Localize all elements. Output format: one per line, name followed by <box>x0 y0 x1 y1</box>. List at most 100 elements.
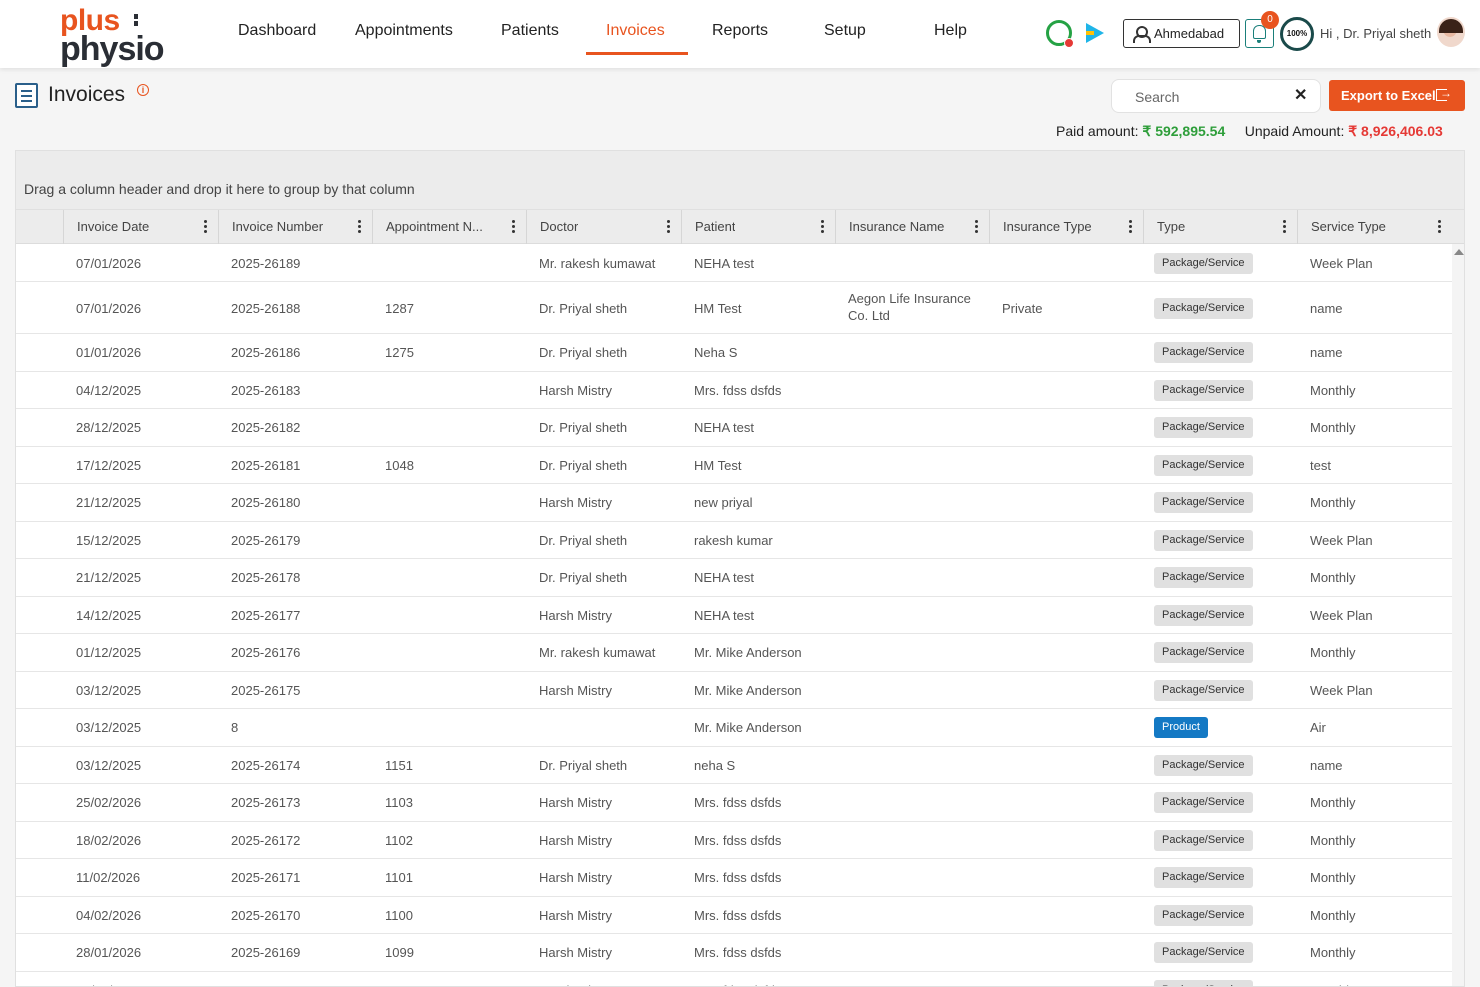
unpaid-amount-label: Unpaid Amount: <box>1244 123 1345 139</box>
cell-service-type: Week Plan <box>1310 682 1373 698</box>
export-to-excel-button[interactable]: Export to Excel <box>1329 80 1465 111</box>
column-header-label: Invoice Date <box>77 219 150 234</box>
scroll-up-icon[interactable] <box>1454 249 1464 255</box>
cell-doctor: Dr. Priyal sheth <box>539 532 628 548</box>
cell-doctor: Dr. Priyal sheth <box>539 570 628 586</box>
type-badge: Package/Service <box>1154 252 1253 274</box>
cell-invoice-date: 14/12/2025 <box>76 607 142 623</box>
group-by-panel[interactable]: Drag a column header and drop it here to… <box>16 151 1464 209</box>
table-row[interactable]: 17/12/2025 2025-26181 1048 Dr. Priyal sheth… <box>16 446 1452 484</box>
table-row[interactable]: 18/02/2026 2025-26172 1102 Harsh Mistry Mrs.… <box>16 821 1452 859</box>
cell-patient: Mrs. fdss dsfds <box>694 832 782 848</box>
column-header-service-type[interactable]: Service Type <box>1297 210 1452 244</box>
column-header-label: Doctor <box>540 219 579 234</box>
branch-selector-button[interactable]: Ahmedabad <box>1123 19 1240 48</box>
cell-patient: Mrs. fdss dsfds <box>694 795 782 811</box>
cell-patient: Neha S <box>694 345 738 361</box>
cell-invoice-number: 2025-26168 <box>231 983 300 986</box>
search-input[interactable] <box>1122 86 1282 108</box>
table-row[interactable]: 07/01/2026 2025-26189 Mr. rakesh kumawat NE… <box>16 244 1452 282</box>
kebab-icon[interactable] <box>1129 220 1132 234</box>
type-badge: Package/Service <box>1154 867 1253 889</box>
kebab-icon[interactable] <box>358 220 361 234</box>
table-row[interactable]: 07/01/2026 2025-26188 1287 Dr. Priyal sheth… <box>16 282 1452 334</box>
nav-appointments[interactable]: Appointments <box>355 22 453 40</box>
cell-doctor: Harsh Mistry <box>539 607 612 623</box>
cell-invoice-date: 18/02/2026 <box>76 832 142 848</box>
kebab-icon[interactable] <box>1438 220 1441 234</box>
table-row[interactable]: 01/12/2025 2025-26176 Mr. rakesh kumawat Mr… <box>16 634 1452 672</box>
cell-invoice-date: 03/12/2025 <box>76 757 142 773</box>
grid-scrollbar[interactable] <box>1452 244 1464 986</box>
nav-setup[interactable]: Setup <box>824 22 866 40</box>
kebab-icon[interactable] <box>1283 220 1286 234</box>
column-header-patient[interactable]: Patient <box>681 210 835 244</box>
kebab-icon[interactable] <box>667 220 670 234</box>
table-row[interactable]: 28/12/2025 2025-26182 Dr. Priyal sheth NEHA… <box>16 409 1452 447</box>
cell-appointment-number: 1100 <box>385 907 413 923</box>
table-row[interactable]: 21/01/2026 2025-26168 1098 Harsh Mistry Mrs.… <box>16 971 1452 986</box>
column-header-insurance-type[interactable]: Insurance Type <box>989 210 1143 244</box>
kebab-icon[interactable] <box>204 220 207 234</box>
column-header-doctor[interactable]: Doctor <box>526 210 681 244</box>
table-row[interactable]: 25/02/2026 2025-26173 1103 Harsh Mistry Mrs.… <box>16 784 1452 822</box>
cell-service-type: Monthly <box>1310 945 1356 961</box>
close-icon[interactable]: ✕ <box>1294 86 1307 106</box>
cell-doctor: Harsh Mistry <box>539 682 612 698</box>
table-row[interactable]: 14/12/2025 2025-26177 Harsh Mistry NEHA tes… <box>16 596 1452 634</box>
cell-doctor: Dr. Priyal sheth <box>539 300 628 316</box>
table-row[interactable]: 11/02/2026 2025-26171 1101 Harsh Mistry Mrs.… <box>16 859 1452 897</box>
nav-reports[interactable]: Reports <box>712 22 768 40</box>
cell-appointment-number: 1287 <box>385 300 414 316</box>
type-badge: Package/Service <box>1154 529 1253 551</box>
kebab-icon[interactable] <box>975 220 978 234</box>
cell-invoice-number: 2025-26181 <box>231 457 301 473</box>
nav-help[interactable]: Help <box>934 22 967 40</box>
user-greeting[interactable]: Hi , Dr. Priyal sheth <box>1320 26 1431 41</box>
kebab-icon[interactable] <box>512 220 515 234</box>
cell-invoice-date: 01/12/2025 <box>76 645 142 661</box>
kebab-icon[interactable] <box>821 220 824 234</box>
info-icon[interactable]: i <box>137 84 149 96</box>
cell-patient: new priyal <box>694 495 753 511</box>
table-row[interactable]: 21/12/2025 2025-26180 Harsh Mistry new priy… <box>16 484 1452 522</box>
avatar[interactable] <box>1437 17 1465 47</box>
table-row[interactable]: 03/12/2025 2025-26175 Harsh Mistry Mr. Mike… <box>16 671 1452 709</box>
brand-logo[interactable]: plus physio <box>60 4 170 68</box>
logo-line-2: physio <box>60 30 165 68</box>
cell-service-type: Monthly <box>1310 420 1356 436</box>
cell-patient: Mr. Mike Anderson <box>694 720 802 736</box>
table-row[interactable]: 03/12/2025 8 Mr. Mike Anderson Product Air <box>16 709 1452 747</box>
grid-body: 07/01/2026 2025-26189 Mr. rakesh kumawat NE… <box>16 244 1452 986</box>
table-row[interactable]: 21/12/2025 2025-26178 Dr. Priyal sheth NEHA… <box>16 559 1452 597</box>
column-header-invoice-number[interactable]: Invoice Number <box>218 210 372 244</box>
cell-appointment-number: 1101 <box>385 870 413 886</box>
paid-amount-value: ₹ 592,895.54 <box>1142 123 1226 139</box>
table-row[interactable]: 28/01/2026 2025-26169 1099 Harsh Mistry Mrs.… <box>16 934 1452 972</box>
nav-dashboard[interactable]: Dashboard <box>238 22 316 40</box>
column-header-appointment-number[interactable]: Appointment N... <box>372 210 526 244</box>
cell-invoice-number: 2025-26180 <box>231 495 301 511</box>
column-header-type[interactable]: Type <box>1143 210 1297 244</box>
cell-invoice-date: 07/01/2026 <box>76 255 142 271</box>
cell-invoice-number: 2025-26178 <box>231 570 301 586</box>
cell-invoice-number: 2025-26170 <box>231 907 301 923</box>
cell-service-type: Air <box>1310 720 1326 736</box>
table-row[interactable]: 15/12/2025 2025-26179 Dr. Priyal sheth rake… <box>16 521 1452 559</box>
whatsapp-icon[interactable] <box>1046 20 1074 48</box>
table-row[interactable]: 01/01/2026 2025-26186 1275 Dr. Priyal sheth… <box>16 334 1452 372</box>
profile-completion-ring[interactable]: 100% <box>1280 17 1314 51</box>
group-by-hint: Drag a column header and drop it here to… <box>24 181 415 197</box>
play-store-icon[interactable] <box>1086 23 1104 43</box>
column-header-invoice-date[interactable]: Invoice Date <box>63 210 218 244</box>
nav-invoices[interactable]: Invoices <box>606 22 665 40</box>
table-row[interactable]: 03/12/2025 2025-26174 1151 Dr. Priyal sheth… <box>16 746 1452 784</box>
table-row[interactable]: 04/02/2026 2025-26170 1100 Harsh Mistry Mrs.… <box>16 896 1452 934</box>
column-header-insurance-name[interactable]: Insurance Name <box>835 210 989 244</box>
table-row[interactable]: 04/12/2025 2025-26183 Harsh Mistry Mrs. fds… <box>16 371 1452 409</box>
nav-patients[interactable]: Patients <box>501 22 559 40</box>
cell-invoice-number: 2025-26179 <box>231 532 301 548</box>
amount-totals: Paid amount: ₹ 592,895.54 Unpaid Amount:… <box>1056 123 1443 140</box>
cell-patient: Mrs. fdss dsfds <box>694 945 782 961</box>
cell-patient: HM Test <box>694 457 742 473</box>
